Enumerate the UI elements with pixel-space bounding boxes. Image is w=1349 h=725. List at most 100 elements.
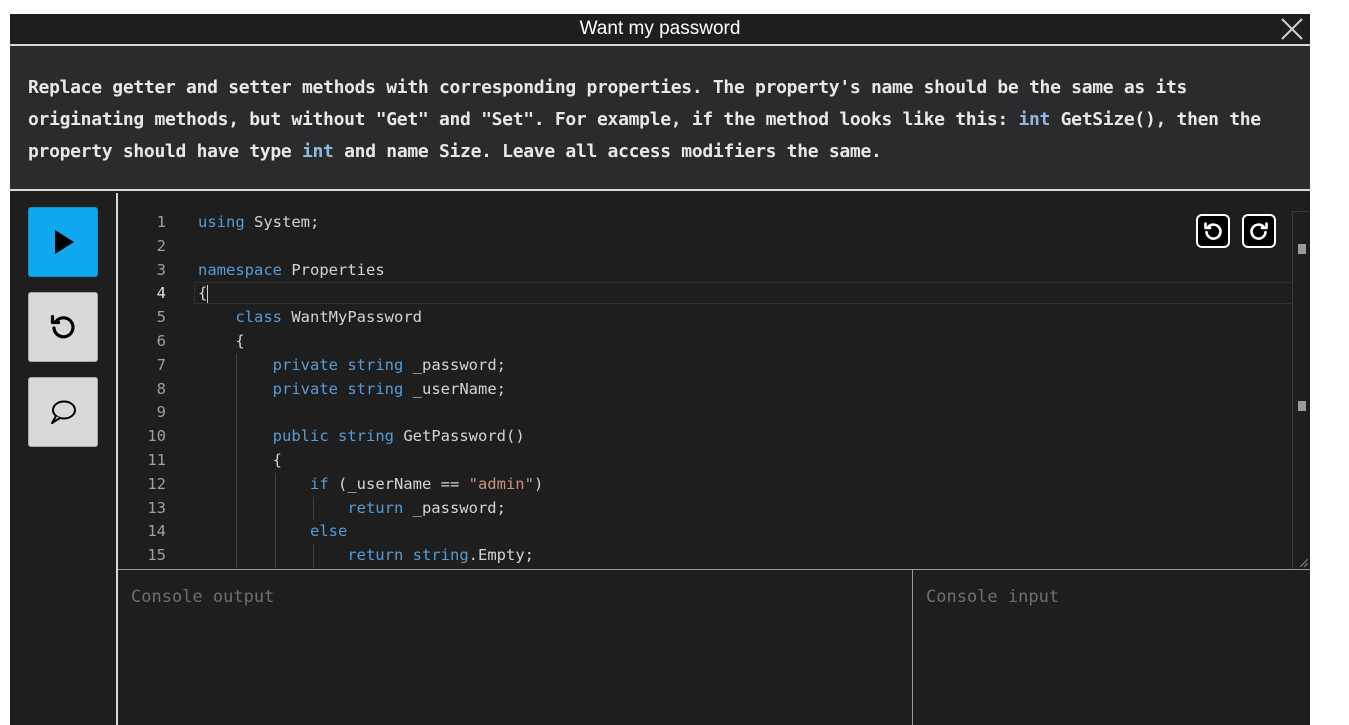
code-token: .Empty; bbox=[468, 546, 534, 565]
string-token: "admin" bbox=[468, 474, 534, 493]
line-number: 8 bbox=[156, 379, 166, 398]
keyword-token: private bbox=[272, 355, 338, 374]
redo-button[interactable] bbox=[1242, 214, 1276, 248]
code-token: _userName; bbox=[403, 379, 506, 398]
scrollbar-thumb-marker[interactable] bbox=[1298, 401, 1306, 411]
line-number: 1 bbox=[156, 213, 166, 231]
line-number: 11 bbox=[147, 450, 166, 469]
text-cursor bbox=[207, 284, 209, 303]
code-line[interactable]: 8 private string _userName; bbox=[118, 377, 1293, 402]
code-token: System; bbox=[244, 213, 320, 231]
code-text[interactable]: { bbox=[198, 449, 282, 473]
exercise-window: Want my password Replace getter and sett… bbox=[10, 14, 1310, 725]
code-text[interactable]: return string.Empty; bbox=[198, 544, 534, 568]
code-text[interactable]: private string _password; bbox=[198, 354, 506, 378]
code-text[interactable]: namespace Properties bbox=[198, 259, 385, 283]
code-token: (_userName == bbox=[328, 474, 469, 493]
hint-chat-button[interactable] bbox=[28, 377, 98, 447]
code-line[interactable]: 10 public string GetPassword() bbox=[118, 425, 1293, 449]
code-line[interactable]: 5 class WantMyPassword bbox=[118, 306, 1293, 330]
code-line[interactable]: 9 bbox=[118, 401, 1293, 426]
undo-button[interactable] bbox=[1196, 214, 1230, 248]
reset-button[interactable] bbox=[28, 292, 98, 362]
keyword-token: class bbox=[235, 308, 282, 327]
code-text[interactable]: private string _userName; bbox=[198, 378, 506, 402]
indent-guide bbox=[236, 401, 238, 426]
line-number: 12 bbox=[147, 474, 166, 493]
keyword-token: string bbox=[347, 355, 404, 374]
code-text[interactable]: if (_userName == "admin") bbox=[198, 473, 543, 497]
line-number: 10 bbox=[147, 427, 166, 446]
code-line[interactable]: 7 private string _password; bbox=[118, 353, 1293, 378]
chat-bubble-icon bbox=[51, 400, 76, 424]
line-number: 6 bbox=[156, 331, 166, 350]
resize-grip-icon[interactable] bbox=[1300, 559, 1308, 567]
code-line[interactable]: 12 if (_userName == "admin") bbox=[118, 472, 1293, 497]
console-output[interactable]: Console output bbox=[118, 569, 913, 725]
code-line[interactable]: 1 using System; bbox=[118, 211, 1293, 235]
line-number: 2 bbox=[156, 236, 166, 255]
code-line[interactable]: 2 bbox=[118, 235, 1293, 259]
description-text-1: Replace getter and setter methods with c… bbox=[28, 77, 1188, 130]
code-token: _password; bbox=[403, 498, 506, 517]
code-line[interactable]: 6 { bbox=[118, 330, 1293, 354]
undo-icon bbox=[1204, 222, 1222, 240]
code-text[interactable]: public string GetPassword() bbox=[198, 425, 525, 449]
code-line[interactable]: 11 { bbox=[118, 448, 1293, 473]
description-code-2: int bbox=[301, 141, 334, 162]
code-line[interactable]: 14 else bbox=[118, 520, 1293, 545]
keyword-token: public bbox=[272, 427, 329, 446]
scrollbar-thumb-top[interactable] bbox=[1298, 244, 1306, 254]
line-number: 15 bbox=[147, 546, 166, 565]
code-token: WantMyPassword bbox=[282, 308, 422, 327]
line-number: 9 bbox=[156, 403, 166, 422]
line-number: 13 bbox=[147, 498, 166, 517]
console-output-placeholder: Console output bbox=[131, 587, 275, 607]
code-text[interactable]: { bbox=[198, 282, 209, 306]
console-input[interactable]: Console input bbox=[913, 569, 1310, 725]
code-line[interactable]: 13 return _password; bbox=[118, 496, 1293, 521]
code-text[interactable]: return _password; bbox=[198, 497, 506, 521]
active-line-highlight bbox=[194, 282, 1303, 305]
run-button[interactable] bbox=[28, 207, 98, 277]
description-code-1: int bbox=[1018, 109, 1051, 130]
code-text[interactable]: using System; bbox=[198, 211, 319, 235]
code-line[interactable]: 15 return string.Empty; bbox=[118, 544, 1293, 568]
line-number: 4 bbox=[156, 284, 166, 303]
keyword-token: else bbox=[309, 522, 348, 541]
reset-icon bbox=[50, 314, 75, 339]
code-lines[interactable]: 1 using System; 2 3 namespace Properties 4{5 … bbox=[118, 211, 1303, 568]
code-token: { bbox=[198, 331, 245, 350]
line-number: 3 bbox=[156, 260, 166, 279]
editor-scrollbar[interactable] bbox=[1292, 211, 1309, 569]
action-sidebar bbox=[10, 193, 118, 725]
code-token: Properties bbox=[282, 260, 385, 279]
line-number: 14 bbox=[147, 522, 166, 541]
keyword-token: namespace bbox=[198, 260, 282, 279]
keyword-token: using bbox=[198, 213, 245, 231]
keyword-token: string bbox=[338, 427, 394, 446]
keyword-token: if bbox=[309, 474, 329, 493]
code-text[interactable]: else bbox=[198, 520, 347, 544]
title-bar: Want my password bbox=[10, 14, 1310, 46]
code-text[interactable]: class WantMyPassword bbox=[198, 306, 422, 330]
code-token: { bbox=[198, 284, 208, 303]
redo-icon bbox=[1250, 222, 1268, 240]
code-editor[interactable]: 1 using System; 2 3 namespace Properties 4{5 … bbox=[118, 193, 1310, 569]
close-button[interactable] bbox=[1280, 17, 1304, 41]
code-text[interactable]: { bbox=[198, 330, 245, 354]
code-line[interactable]: 4{ bbox=[118, 282, 1303, 306]
console-input-placeholder: Console input bbox=[926, 587, 1060, 607]
line-number: 7 bbox=[156, 355, 166, 374]
code-line[interactable]: 3 namespace Properties bbox=[118, 259, 1293, 283]
